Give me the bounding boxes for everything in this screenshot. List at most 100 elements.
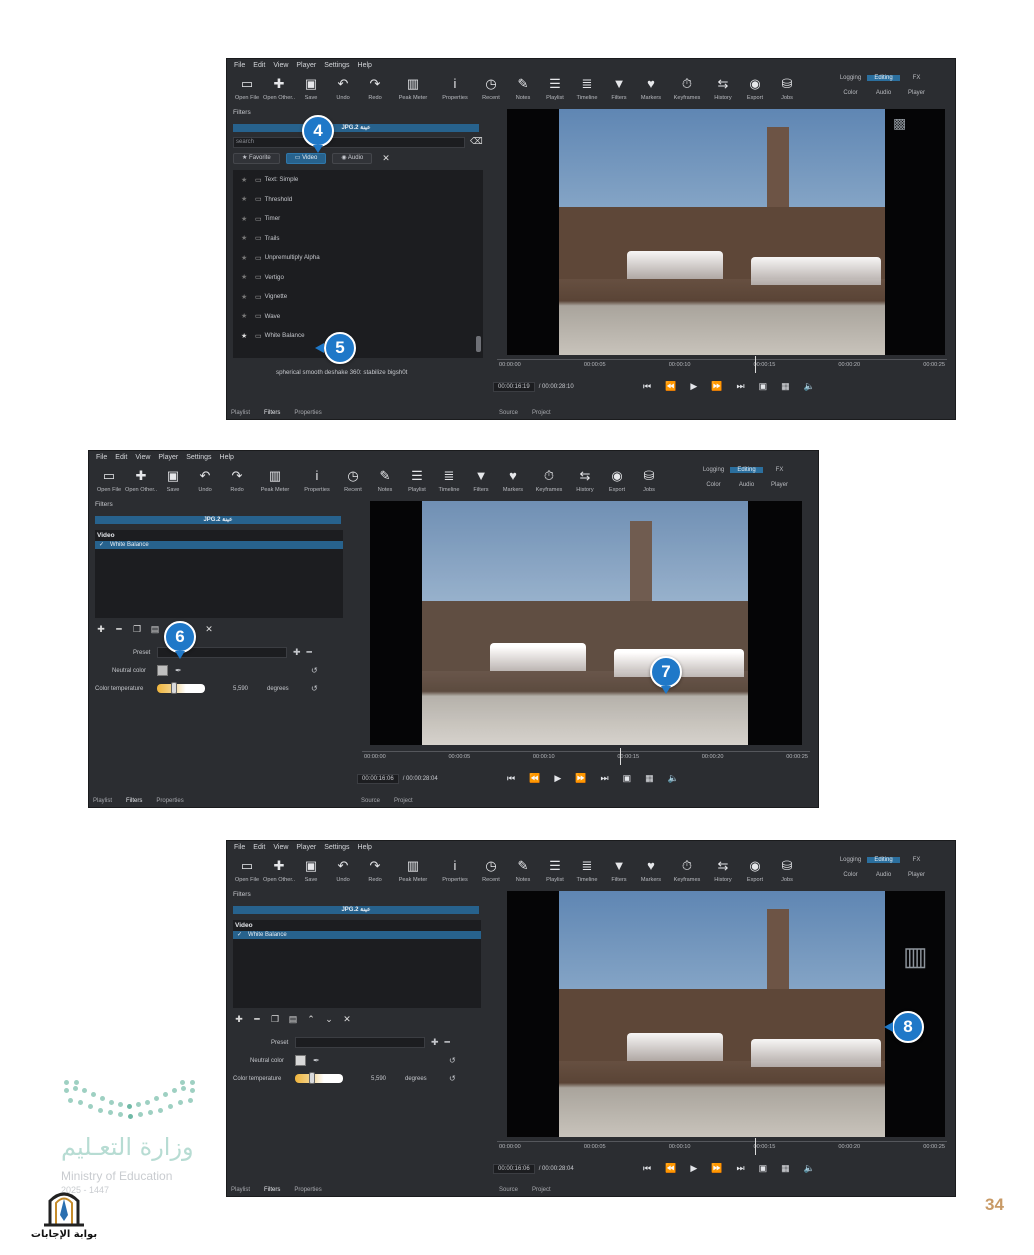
play-icon[interactable]: ▶ xyxy=(690,1163,697,1174)
open-file-button[interactable]: ▭ Open File xyxy=(231,72,263,101)
skip-end-icon[interactable]: ⏭ xyxy=(736,1163,744,1174)
properties-button[interactable]: i Properties xyxy=(297,464,337,493)
menu-view[interactable]: View xyxy=(273,844,288,851)
zoom-icon[interactable]: ▣ xyxy=(759,381,768,392)
undo-button[interactable]: ↶ Undo xyxy=(327,854,359,883)
playlist-button[interactable]: ☰ Playlist xyxy=(539,72,571,101)
open-file-button[interactable]: ▭ Open File xyxy=(231,854,263,883)
save-button[interactable]: ▣ Save xyxy=(295,854,327,883)
layout-color[interactable]: Color xyxy=(834,90,867,96)
filter-item[interactable]: ★ ▭ Text: Simple xyxy=(233,170,483,190)
color-temperature-value[interactable]: 5,590 xyxy=(371,1073,386,1084)
timeline-ruler[interactable]: 00:00:00 00:00:05 00:00:10 00:00:15 00:00:20… xyxy=(497,356,947,373)
timeline-ruler[interactable]: 00:00:00 00:00:05 00:00:10 00:00:15 00:00:20… xyxy=(497,1138,947,1155)
layout-player[interactable]: Player xyxy=(763,482,796,488)
filter-item[interactable]: ★ ▭ Vertigo xyxy=(233,268,483,288)
grid-icon[interactable]: ▦ xyxy=(781,1163,790,1174)
color-temperature-value[interactable]: 5,590 xyxy=(233,683,248,694)
timeline-button[interactable]: ≣ Timeline xyxy=(571,854,603,883)
playhead[interactable] xyxy=(620,748,621,765)
playlist-button[interactable]: ☰ Playlist xyxy=(539,854,571,883)
menu-help[interactable]: Help xyxy=(358,62,372,69)
tab-audio[interactable]: ◉ Audio xyxy=(332,153,373,164)
timecode-input[interactable]: 00:00:16:06 xyxy=(493,1164,535,1174)
keyframes-button[interactable]: ⏱ Keyframes xyxy=(667,854,707,883)
tab-properties[interactable]: Properties xyxy=(294,1187,321,1193)
tab-source[interactable]: Source xyxy=(361,798,380,804)
tab-properties[interactable]: Properties xyxy=(294,410,321,416)
undo-button[interactable]: ↶ Undo xyxy=(327,72,359,101)
layout-color[interactable]: Color xyxy=(834,872,867,878)
close-filter-icon[interactable]: ✕ xyxy=(203,624,215,635)
layout-editing[interactable]: Editing xyxy=(730,467,763,473)
menu-edit[interactable]: Edit xyxy=(253,844,265,851)
move-down-icon[interactable]: ⌄ xyxy=(323,1014,335,1025)
filters-button[interactable]: ▼ Filters xyxy=(465,464,497,493)
redo-button[interactable]: ↷ Redo xyxy=(359,854,391,883)
remove-filter-icon[interactable]: ━ xyxy=(113,624,125,635)
volume-icon[interactable]: 🔈 xyxy=(668,773,679,784)
add-preset-icon[interactable]: ✚ xyxy=(431,1037,439,1048)
history-button[interactable]: ⇆ History xyxy=(707,854,739,883)
applied-filter-white-balance[interactable]: ✓ White Balance xyxy=(95,541,343,549)
export-button[interactable]: ◉ Export xyxy=(601,464,633,493)
jobs-button[interactable]: ⛁ Jobs xyxy=(633,464,665,493)
layout-audio[interactable]: Audio xyxy=(867,872,900,878)
menu-player[interactable]: Player xyxy=(296,844,316,851)
paste-filter-icon[interactable]: ▤ xyxy=(149,624,161,635)
notes-button[interactable]: ✎ Notes xyxy=(507,854,539,883)
clear-search-icon[interactable]: ⌫ xyxy=(470,136,483,147)
history-button[interactable]: ⇆ History xyxy=(707,72,739,101)
layout-player[interactable]: Player xyxy=(900,90,933,96)
tab-filters[interactable]: Filters xyxy=(264,1187,280,1193)
tab-playlist[interactable]: Playlist xyxy=(231,1187,250,1193)
skip-start-icon[interactable]: ⏮ xyxy=(643,1163,651,1174)
grid-icon[interactable]: ▦ xyxy=(645,773,654,784)
save-button[interactable]: ▣ Save xyxy=(295,72,327,101)
playhead[interactable] xyxy=(755,356,756,373)
menu-file[interactable]: File xyxy=(234,844,245,851)
tab-source[interactable]: Source xyxy=(499,410,518,416)
jobs-button[interactable]: ⛁ Jobs xyxy=(771,72,803,101)
menu-player[interactable]: Player xyxy=(158,454,178,461)
filter-item-white-balance[interactable]: ★ ▭ White Balance xyxy=(233,326,483,346)
layout-editing[interactable]: Editing xyxy=(867,75,900,81)
menu-view[interactable]: View xyxy=(135,454,150,461)
copy-filter-icon[interactable]: ❐ xyxy=(131,624,143,635)
tab-playlist[interactable]: Playlist xyxy=(93,798,112,804)
reset-neutral-icon[interactable]: ↺ xyxy=(449,1055,456,1066)
remove-preset-icon[interactable]: ━ xyxy=(307,647,312,658)
volume-icon[interactable]: 🔈 xyxy=(804,1163,815,1174)
timeline-ruler[interactable]: 00:00:00 00:00:05 00:00:10 00:00:15 00:00:20… xyxy=(362,748,810,765)
filter-item[interactable]: ★ ▭ Threshold xyxy=(233,190,483,210)
timeline-button[interactable]: ≣ Timeline xyxy=(433,464,465,493)
reset-temperature-icon[interactable]: ↺ xyxy=(311,683,318,694)
play-icon[interactable]: ▶ xyxy=(690,381,697,392)
recent-button[interactable]: ◷ Recent xyxy=(337,464,369,493)
notes-button[interactable]: ✎ Notes xyxy=(369,464,401,493)
close-filter-icon[interactable]: ✕ xyxy=(341,1014,353,1025)
add-preset-icon[interactable]: ✚ xyxy=(293,647,301,658)
menu-edit[interactable]: Edit xyxy=(253,62,265,69)
skip-start-icon[interactable]: ⏮ xyxy=(507,773,515,784)
add-filter-icon[interactable]: ✚ xyxy=(95,624,107,635)
markers-button[interactable]: ♥ Markers xyxy=(635,72,667,101)
menu-file[interactable]: File xyxy=(234,62,245,69)
neutral-color-swatch[interactable] xyxy=(295,1055,306,1066)
menu-view[interactable]: View xyxy=(273,62,288,69)
eyedropper-icon[interactable]: ✒ xyxy=(313,1055,320,1066)
jobs-button[interactable]: ⛁ Jobs xyxy=(771,854,803,883)
remove-preset-icon[interactable]: ━ xyxy=(445,1037,450,1048)
fast-forward-icon[interactable]: ⏩ xyxy=(711,1163,722,1174)
fast-forward-icon[interactable]: ⏩ xyxy=(575,773,586,784)
open-other-button[interactable]: ✚ Open Other.. xyxy=(125,464,157,493)
recent-button[interactable]: ◷ Recent xyxy=(475,854,507,883)
timecode-input[interactable]: 00:00:16:19 xyxy=(493,382,535,392)
peak-meter-button[interactable]: ▥ Peak Meter xyxy=(391,854,435,883)
tab-project[interactable]: Project xyxy=(394,798,413,804)
menu-settings[interactable]: Settings xyxy=(324,62,349,69)
slider-handle[interactable] xyxy=(171,682,177,694)
preset-select[interactable] xyxy=(295,1037,425,1048)
volume-icon[interactable]: 🔈 xyxy=(804,381,815,392)
zoom-icon[interactable]: ▣ xyxy=(623,773,632,784)
